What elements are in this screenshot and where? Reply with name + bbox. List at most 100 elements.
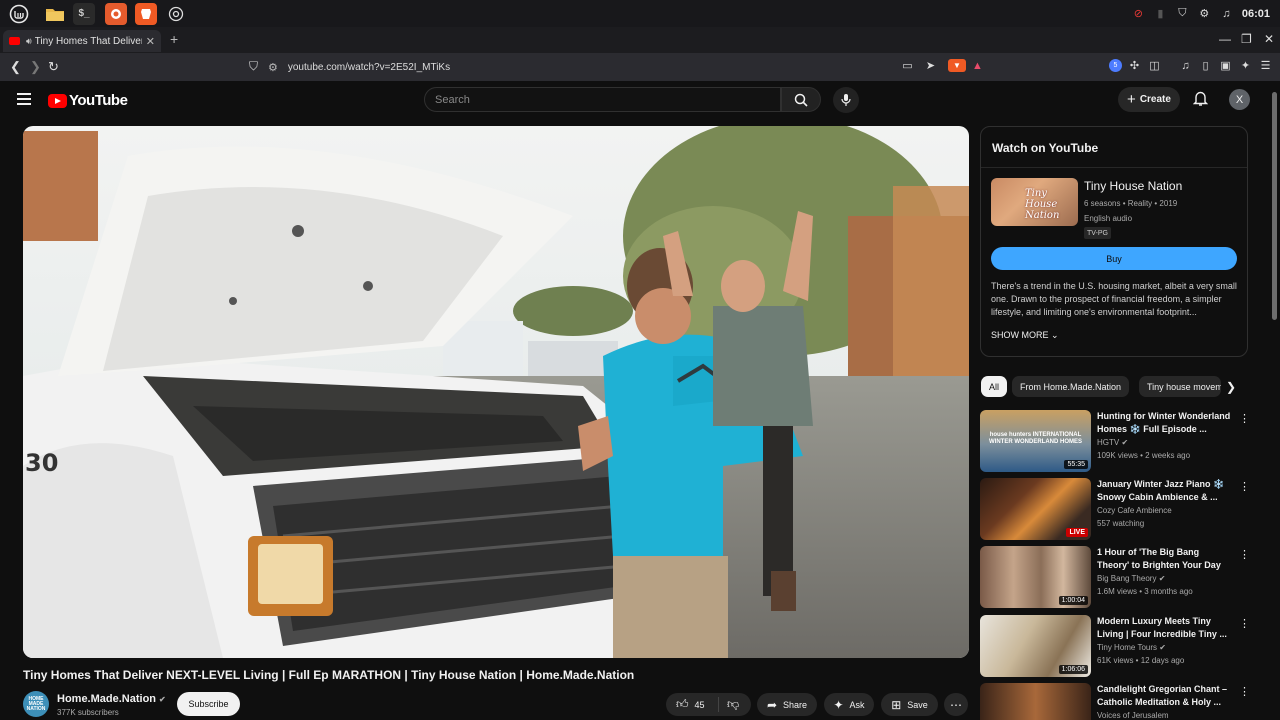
more-actions-button[interactable]: ⋯ [944,693,968,716]
maximize-icon[interactable]: ❐ [1241,32,1252,46]
search-button[interactable] [781,87,821,112]
playlist-add-icon: ⊞ [891,697,902,712]
more-vertical-icon[interactable]: ⋮ [1239,548,1250,561]
search-icon [794,93,808,107]
mint-menu-icon[interactable] [8,3,30,25]
files-icon[interactable] [44,3,66,25]
minimize-icon[interactable]: — [1219,32,1231,46]
verified-icon: ✔ [1158,574,1166,583]
puzzle-icon[interactable]: ✣ [1128,59,1141,72]
show-thumbnail[interactable]: Tiny House Nation [991,178,1078,226]
clock[interactable]: 06:01 [1242,8,1270,20]
chip-all[interactable]: All [981,376,1008,397]
ask-button[interactable]: ✦ Ask [824,693,874,716]
close-window-icon[interactable]: ✕ [1264,32,1274,46]
show-title[interactable]: Tiny House Nation [1084,179,1182,193]
brave-icon[interactable] [135,2,157,25]
site-settings-icon[interactable]: ⚙ [268,61,278,74]
channel-name[interactable]: Home.Made.Nation ✔ [57,693,166,705]
duration-badge: 55:35 [1064,460,1088,469]
update-icon[interactable]: ⊘ [1132,7,1145,20]
create-button[interactable]: + Create [1118,87,1180,112]
list-item[interactable]: Candlelight Gregorian Chant – Catholic M… [980,683,1250,720]
close-tab-icon[interactable]: ✕ [146,35,155,48]
more-vertical-icon[interactable]: ⋮ [1239,685,1250,698]
show-more-button[interactable]: SHOW MORE ⌄ [991,330,1059,341]
rec-title: 1 Hour of 'The Big Bang Theory' to Brigh… [1097,547,1221,570]
page-scrollbar[interactable] [1272,92,1277,320]
music-icon[interactable]: ♫ [1220,7,1233,20]
network-icon[interactable]: ⚙ [1198,7,1211,20]
search-input[interactable]: Search [424,87,781,112]
chip-tiny-house[interactable]: Tiny house movement [1139,376,1221,397]
audio-icon[interactable]: 🔊︎ [26,36,32,47]
voice-search-button[interactable] [833,87,859,113]
video-thumbnail[interactable]: LIVE [980,478,1091,540]
panel-heading: Watch on YouTube [992,141,1099,155]
leo-icon[interactable]: ✦ [1239,59,1252,72]
more-vertical-icon[interactable]: ⋮ [1239,412,1250,425]
show-audio: English audio [1084,214,1133,223]
notifications-icon[interactable] [1192,90,1209,112]
rec-channel: Tiny Home Tours ✔ [1097,643,1166,652]
list-item[interactable]: house hunters INTERNATIONAL WINTER WONDE… [980,410,1250,472]
back-icon[interactable]: ❮ [10,59,21,75]
more-vertical-icon[interactable]: ⋮ [1239,617,1250,630]
forward-icon[interactable]: ❯ [30,59,41,75]
rewards-icon[interactable]: ▲ [971,59,984,72]
plus-icon: + [1127,91,1136,108]
account-avatar[interactable]: X [1229,89,1250,110]
video-thumbnail[interactable]: 1:06:06 [980,615,1091,677]
save-button[interactable]: ⊞ Save [881,693,938,716]
list-item[interactable]: LIVE January Winter Jazz Piano ❄️ Snowy … [980,478,1250,540]
tab-youtube[interactable]: 🔊︎ Tiny Homes That Deliver NEXT-LEVEL Li… [3,30,161,52]
reload-icon[interactable]: ↻ [48,59,59,75]
chip-from-channel[interactable]: From Home.Made.Nation [1012,376,1130,397]
rec-channel: Cozy Cafe Ambience [1097,506,1172,515]
youtube-logo[interactable]: YouTube [48,92,128,109]
sidebar-icon[interactable]: ▯ [1199,59,1212,72]
youtube-play-icon [48,93,67,108]
rec-stats: 109K views • 2 weeks ago [1097,451,1191,460]
channel-avatar[interactable]: HOME MADE NATION [23,691,49,717]
browser-icon[interactable] [165,3,187,25]
hamburger-menu-icon[interactable] [17,93,31,105]
video-thumbnail[interactable] [980,683,1091,720]
chevron-right-icon[interactable]: ❯ [1226,380,1236,394]
toggle-icon[interactable]: ▮ [1154,7,1167,20]
dislike-icon[interactable]: 👎︎ [727,697,739,712]
address-bar[interactable]: ⚙ youtube.com/watch?v=2E52I_MTiKs [268,56,992,78]
like-dislike-group: 👍︎ 45 👎︎ [666,693,751,716]
bookmark-icon[interactable]: ⛉ [249,59,258,74]
more-vertical-icon[interactable]: ⋮ [1239,480,1250,493]
rec-stats: 61K views • 12 days ago [1097,656,1185,665]
list-item[interactable]: 1:00:04 1 Hour of 'The Big Bang Theory' … [980,546,1250,608]
cast-icon[interactable]: ▭ [901,59,914,72]
duration-badge: 1:00:04 [1058,596,1088,605]
media-icon[interactable]: ♫ [1179,59,1192,72]
subscriber-count: 377K subscribers [57,708,119,717]
send-icon[interactable]: ➤ [924,59,937,72]
video-thumbnail[interactable]: house hunters INTERNATIONAL WINTER WONDE… [980,410,1091,472]
wallet-icon[interactable]: ▣ [1219,59,1232,72]
like-icon[interactable]: 👍︎ [676,697,689,712]
verified-icon: ✔ [1159,643,1166,652]
menu-icon[interactable]: ☰ [1259,59,1272,72]
subscribe-button[interactable]: Subscribe [177,692,240,716]
rec-channel: Voices of Jerusalem [1097,711,1169,720]
firefox-icon[interactable] [105,2,127,25]
share-button[interactable]: ➦ Share [757,693,817,716]
shield-icon[interactable]: ⛉ [1176,7,1189,20]
buy-button[interactable]: Buy [991,247,1237,270]
screenshot-icon[interactable]: ◫ [1148,59,1161,72]
new-tab-icon[interactable]: + [170,31,178,47]
terminal-icon[interactable]: $_ [73,2,95,25]
list-item[interactable]: 1:06:06 Modern Luxury Meets Tiny Living … [980,615,1250,677]
video-thumbnail[interactable]: 1:00:04 [980,546,1091,608]
tab-title: Tiny Homes That Deliver NEXT-LEVEL Livin… [34,35,142,47]
rec-channel: Big Bang Theory ✔ [1097,574,1166,583]
extension-badge-icon[interactable]: 5 [1109,59,1122,72]
brave-shield-icon[interactable]: ▼ [948,59,966,72]
like-count[interactable]: 45 [695,700,705,710]
video-player[interactable]: 30 [23,126,969,658]
